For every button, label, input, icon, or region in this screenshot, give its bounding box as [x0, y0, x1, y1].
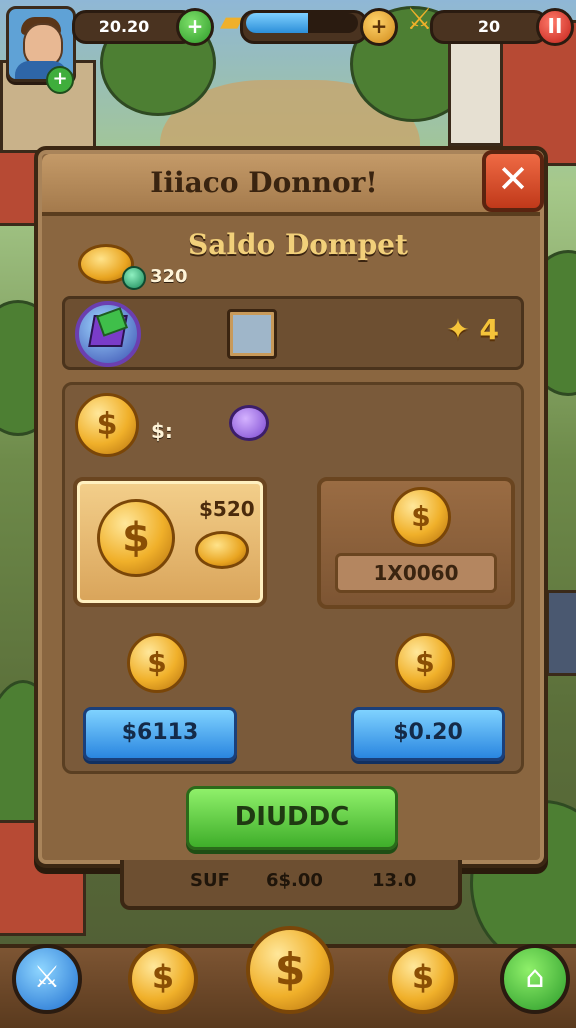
nav-sword-button[interactable]: ⚔: [12, 944, 82, 1014]
wallet-panel: Iiiaco Donnor! ✕ Saldo Dompet 320 ✦ 4 $ …: [34, 146, 548, 868]
coin-icon: $: [395, 633, 455, 693]
nav-coin-button[interactable]: $: [388, 944, 458, 1014]
footer-left-value: SUF: [190, 870, 230, 891]
buy-left-button[interactable]: $6113: [83, 707, 237, 761]
add-energy-button[interactable]: +: [360, 8, 398, 46]
panel-title: Iiiaco Donnor!: [150, 166, 378, 199]
nav-shop-button[interactable]: ⌂: [500, 944, 570, 1014]
gems-value: 20: [477, 17, 501, 36]
balance-value: 320: [150, 266, 188, 287]
bottom-navigation: ⚔ $ $ $ ⌂: [0, 926, 576, 1028]
add-coins-button[interactable]: +: [176, 8, 214, 46]
star-icon: ✦: [446, 313, 480, 346]
energy-bar-fill: [246, 13, 308, 33]
footer-middle-value: 6$.00: [266, 870, 323, 891]
player-info-row: ✦ 4: [62, 296, 524, 370]
offers-box: $ $: $ $520 $ 1X0060 $ $ $6113 $0.20: [62, 382, 524, 774]
cart: [546, 590, 576, 676]
footer-right-value: 13.0: [372, 870, 417, 891]
close-button[interactable]: ✕: [482, 150, 544, 212]
badge-icon[interactable]: [75, 301, 141, 367]
sword-icon: ⚔: [33, 960, 61, 995]
nav-coin-button[interactable]: $: [128, 944, 198, 1014]
pause-button[interactable]: II: [536, 8, 574, 46]
coin-icon: $: [75, 393, 139, 457]
coin-icon: $: [97, 499, 175, 577]
shop-icon: ⌂: [525, 960, 545, 995]
gem-icon: [122, 266, 146, 290]
avatar-add-button[interactable]: +: [46, 66, 74, 94]
offer-card-gold[interactable]: $ $520: [73, 477, 267, 607]
wallet-subtitle: Saldo Dompet: [188, 228, 408, 261]
coin-icon: $: [391, 487, 451, 547]
sword-icon: ⚔: [406, 2, 433, 37]
purple-coin-icon: [229, 405, 269, 441]
dollar-label: $:: [151, 419, 173, 443]
coins-value: 20.20: [98, 17, 150, 36]
coin-stack-icon: [195, 531, 249, 569]
confirm-button[interactable]: DIUDDC: [186, 786, 398, 850]
stars-counter: ✦ 4: [446, 313, 499, 346]
buy-right-button[interactable]: $0.20: [351, 707, 505, 761]
portrait-icon[interactable]: [227, 309, 277, 359]
nav-main-coin-button[interactable]: $: [246, 926, 334, 1014]
energy-bar: [246, 13, 358, 33]
offer-brown-amount: 1X0060: [335, 553, 497, 593]
panel-footer-strip: SUF 6$.00 13.0: [120, 860, 462, 910]
offer-card-brown[interactable]: $ 1X0060: [317, 477, 515, 609]
top-hud: + 20.20 + ▰ + ⚔ 20 II: [0, 0, 576, 95]
panel-header: Iiiaco Donnor! ✕: [42, 150, 544, 216]
gems-counter: 20: [430, 10, 548, 44]
coin-icon: $: [127, 633, 187, 693]
stars-value: 4: [479, 313, 499, 346]
offer-gold-price: $520: [199, 497, 255, 521]
